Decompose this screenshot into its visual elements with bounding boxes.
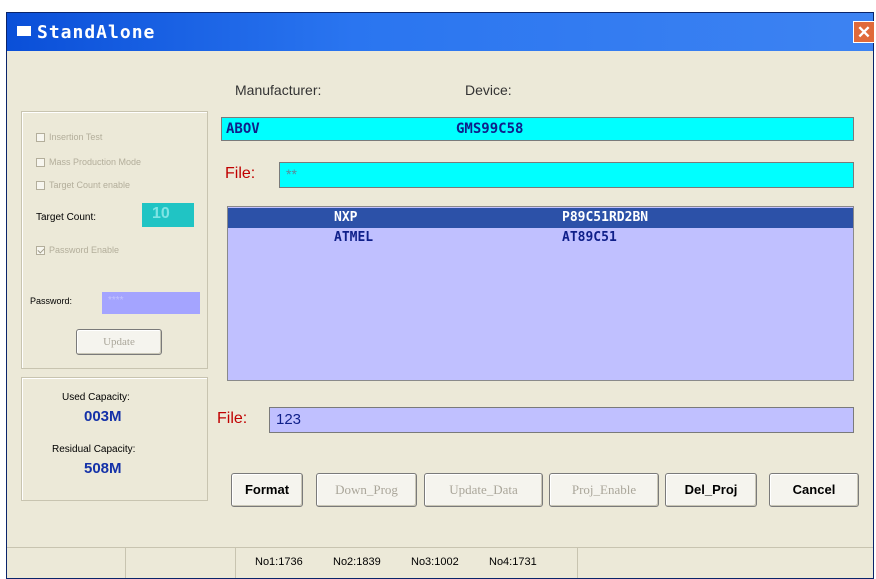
used-capacity-label: Used Capacity:	[62, 392, 130, 403]
list-item-device: AT89C51	[562, 230, 617, 245]
status-counters: No1:1736 No2:1839 No3:1002 No4:1731	[235, 548, 578, 578]
password-value: ****	[108, 295, 124, 306]
used-capacity-value: 003M	[84, 408, 122, 425]
update-button[interactable]: Update	[76, 329, 162, 355]
counter-no3: No3:1002	[411, 556, 459, 568]
standalone-window: StandAlone ✕ Insertion Test Mass Product…	[6, 12, 875, 579]
project-list[interactable]: NXP P89C51RD2BN ATMEL AT89C51	[227, 206, 854, 381]
selected-device-bar: ABOV GMS99C58	[221, 117, 854, 141]
format-button[interactable]: Format	[231, 473, 303, 507]
mass-production-checkbox[interactable]: Mass Production Mode	[36, 157, 142, 168]
list-item-manufacturer: ATMEL	[334, 230, 374, 245]
counter-no2: No2:1839	[333, 556, 381, 568]
checkbox-box	[36, 133, 45, 143]
residual-capacity-value: 508M	[84, 460, 122, 477]
options-group: Insertion Test Mass Production Mode Targ…	[21, 111, 208, 369]
target-count-enable-checkbox[interactable]: Target Count enable	[36, 180, 131, 191]
password-enable-label: Password Enable	[49, 245, 120, 255]
checkbox-box	[36, 158, 45, 168]
cancel-button[interactable]: Cancel	[769, 473, 859, 507]
device-label: Device:	[465, 82, 512, 98]
counter-no1: No1:1736	[255, 556, 303, 568]
status-cell	[7, 548, 126, 578]
target-count-enable-label: Target Count enable	[49, 180, 131, 190]
close-button[interactable]: ✕	[853, 21, 875, 43]
status-cell	[125, 548, 236, 578]
target-count-label: Target Count:	[36, 212, 97, 223]
title-bar[interactable]: StandAlone ✕	[7, 13, 875, 51]
counter-no4: No4:1731	[489, 556, 537, 568]
file-value-top: **	[286, 166, 297, 182]
file-label-top: File:	[225, 165, 256, 182]
window-icon	[17, 26, 31, 36]
file-input-top[interactable]: **	[279, 162, 854, 188]
list-item[interactable]: ATMEL AT89C51	[228, 228, 853, 248]
insertion-test-label: Insertion Test	[49, 132, 103, 142]
target-count-field[interactable]: 10	[142, 203, 194, 227]
device-value: GMS99C58	[456, 121, 524, 137]
manufacturer-label: Manufacturer:	[235, 82, 322, 98]
password-enable-checkbox[interactable]: Password Enable	[36, 245, 120, 256]
capacity-group: Used Capacity: 003M Residual Capacity: 5…	[21, 377, 208, 501]
list-item[interactable]: NXP P89C51RD2BN	[228, 208, 853, 228]
del-proj-button[interactable]: Del_Proj	[665, 473, 757, 507]
checkbox-box	[36, 246, 45, 256]
update-data-button[interactable]: Update_Data	[424, 473, 543, 507]
mass-production-label: Mass Production Mode	[49, 157, 142, 167]
password-field[interactable]: ****	[102, 292, 200, 314]
proj-enable-button[interactable]: Proj_Enable	[549, 473, 659, 507]
down-prog-button[interactable]: Down_Prog	[316, 473, 417, 507]
window-title: StandAlone	[37, 22, 156, 43]
insertion-test-checkbox[interactable]: Insertion Test	[36, 132, 103, 143]
password-label: Password:	[30, 296, 73, 306]
status-bar: No1:1736 No2:1839 No3:1002 No4:1731	[7, 547, 873, 578]
list-item-manufacturer: NXP	[334, 210, 358, 225]
file-value-bottom: 123	[276, 411, 302, 428]
list-item-device: P89C51RD2BN	[562, 210, 649, 225]
file-label-bottom: File:	[217, 410, 248, 427]
residual-capacity-label: Residual Capacity:	[52, 444, 136, 455]
checkbox-box	[36, 181, 45, 191]
file-input-bottom[interactable]: 123	[269, 407, 854, 433]
manufacturer-value: ABOV	[226, 121, 260, 137]
target-count-value: 10	[152, 205, 170, 222]
